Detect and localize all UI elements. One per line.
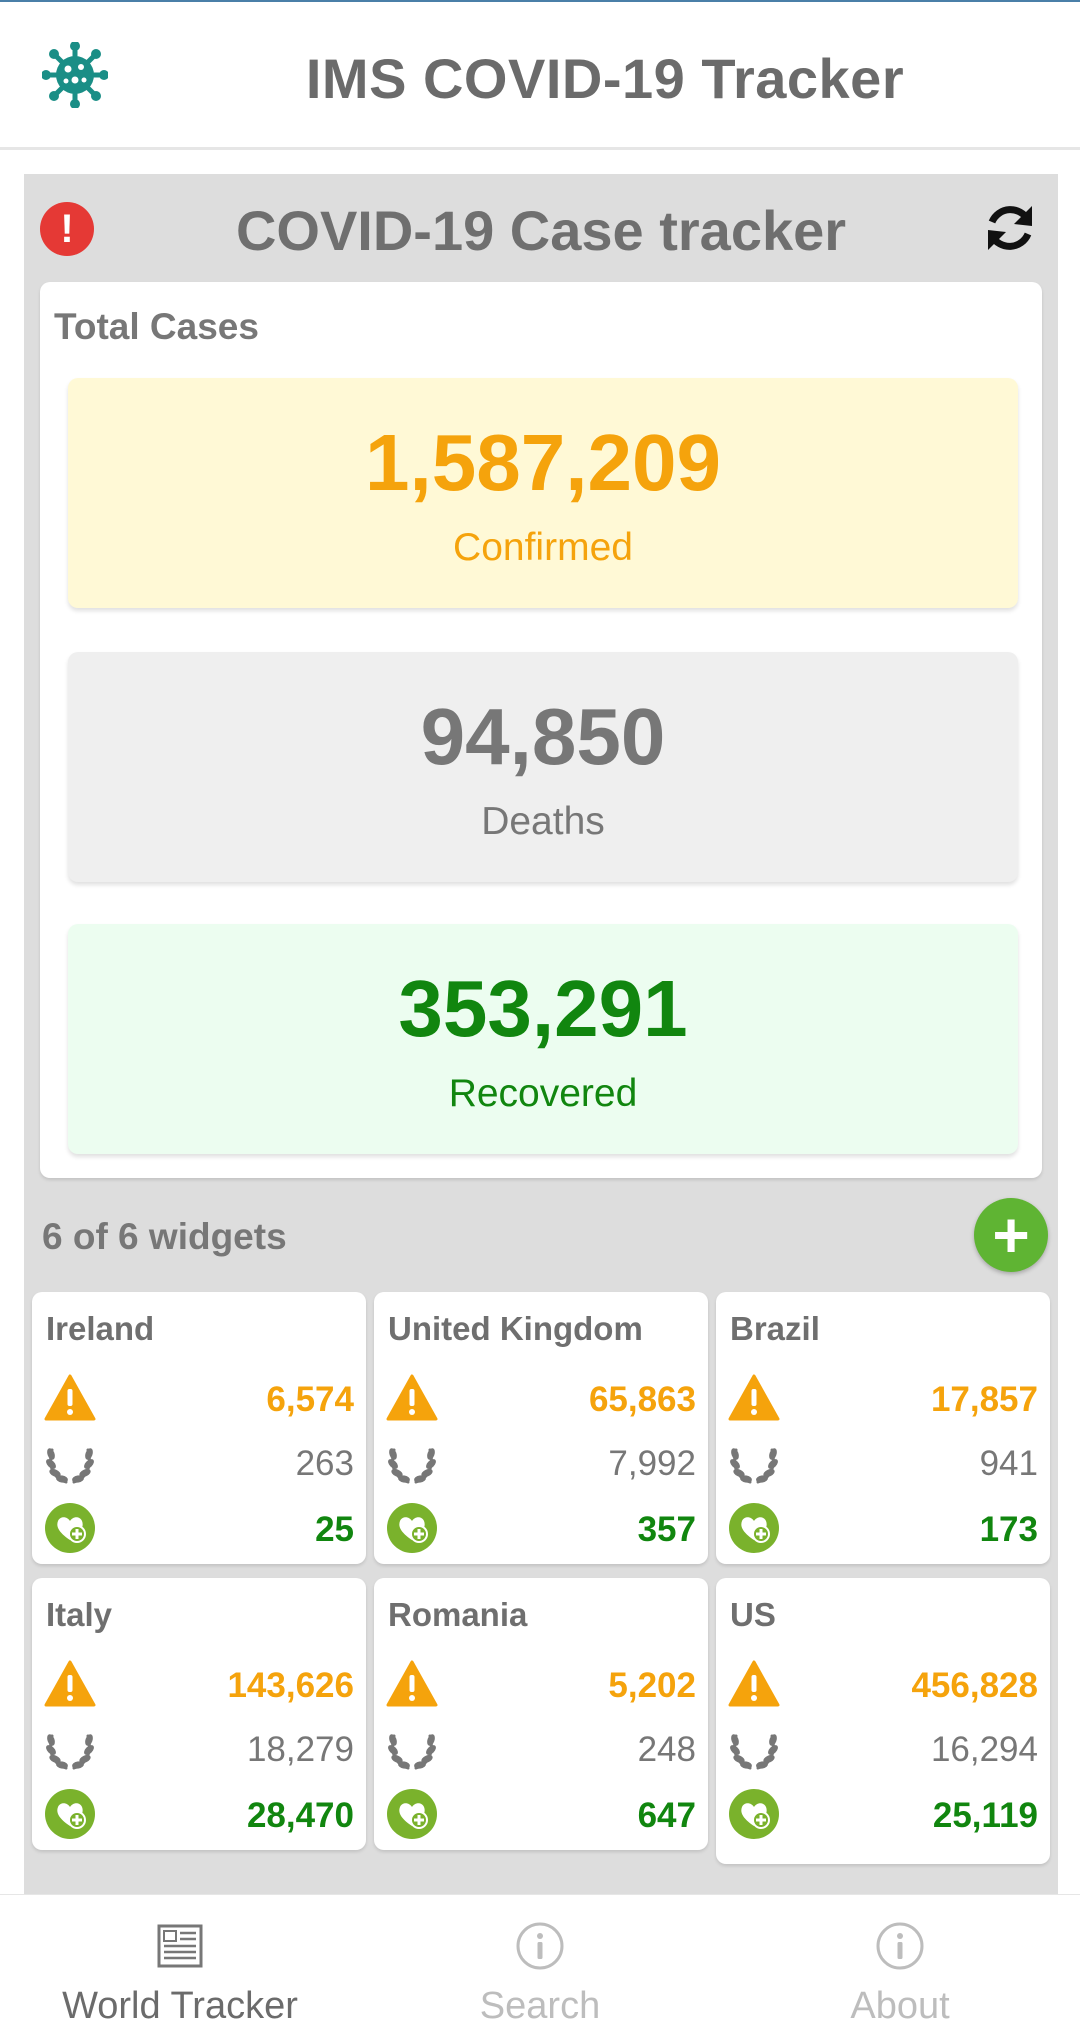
country-widget-ireland[interactable]: Ireland 6,574 263 25 (32, 1292, 366, 1564)
deaths-label: Deaths (481, 800, 605, 843)
deaths-value: 94,850 (420, 692, 666, 781)
widget-recovered-row: 357 (386, 1500, 696, 1556)
widget-deaths-row: 941 (728, 1434, 1038, 1490)
wreath-icon (728, 1722, 780, 1774)
widget-country: Ireland (46, 1310, 155, 1347)
heart-plus-icon (44, 1788, 96, 1840)
bottom-navigation: World Tracker Search About (0, 1894, 1080, 2043)
widget-recovered-value: 173 (979, 1510, 1038, 1549)
widget-deaths-row: 248 (386, 1720, 696, 1776)
wreath-icon (44, 1436, 96, 1488)
confirmed-value: 1,587,209 (365, 418, 721, 507)
widget-confirmed-row: 143,626 (44, 1656, 354, 1712)
nav-about[interactable]: About (720, 1895, 1080, 2043)
widget-country: US (730, 1596, 776, 1633)
app-header: IMS COVID-19 Tracker (0, 0, 1080, 150)
widget-deaths-value: 7,992 (608, 1444, 696, 1483)
warning-icon (728, 1658, 780, 1710)
nav-label: About (850, 1985, 950, 2027)
widget-deaths-row: 18,279 (44, 1720, 354, 1776)
widget-country: Romania (388, 1596, 528, 1633)
widget-confirmed-row: 456,828 (728, 1656, 1038, 1712)
widget-confirmed-value: 5,202 (608, 1666, 696, 1705)
widget-recovered-row: 28,470 (44, 1786, 354, 1842)
main-content[interactable]: ! COVID-19 Case tracker Total Cases 1,58… (24, 174, 1058, 1894)
widget-recovered-value: 25,119 (932, 1796, 1038, 1835)
wreath-icon (386, 1722, 438, 1774)
warning-icon (44, 1658, 96, 1710)
deaths-box: 94,850 Deaths (68, 652, 1018, 882)
warning-icon (728, 1372, 780, 1424)
widget-confirmed-row: 17,857 (728, 1370, 1038, 1426)
info-icon (515, 1921, 565, 1971)
heart-plus-icon (728, 1502, 780, 1554)
widget-deaths-row: 7,992 (386, 1434, 696, 1490)
widget-confirmed-value: 6,574 (266, 1380, 354, 1419)
widget-confirmed-value: 143,626 (227, 1666, 354, 1705)
warning-icon (386, 1372, 438, 1424)
total-cases-card: Total Cases 1,587,209 Confirmed 94,850 D… (40, 282, 1042, 1178)
nav-search[interactable]: Search (360, 1895, 720, 2043)
widget-confirmed-value: 65,863 (588, 1380, 696, 1419)
widget-confirmed-row: 6,574 (44, 1370, 354, 1426)
recovered-label: Recovered (448, 1072, 638, 1115)
warning-icon (44, 1372, 96, 1424)
widget-confirmed-row: 5,202 (386, 1656, 696, 1712)
widget-confirmed-row: 65,863 (386, 1370, 696, 1426)
country-widget-brazil[interactable]: Brazil 17,857 941 173 (716, 1292, 1050, 1564)
country-widget-italy[interactable]: Italy 143,626 18,279 28,470 (32, 1578, 366, 1850)
widget-deaths-value: 263 (295, 1444, 354, 1483)
widget-deaths-row: 16,294 (728, 1720, 1038, 1776)
country-widget-us[interactable]: US 456,828 16,294 25,119 (716, 1578, 1050, 1864)
heart-plus-icon (386, 1502, 438, 1554)
wreath-icon (386, 1436, 438, 1488)
total-cases-label: Total Cases (54, 306, 259, 347)
widget-recovered-value: 25 (315, 1510, 354, 1549)
recovered-value: 353,291 (398, 964, 688, 1053)
widget-confirmed-value: 456,828 (911, 1666, 1038, 1705)
app-title: IMS COVID-19 Tracker (305, 47, 905, 110)
virus-icon (42, 42, 108, 108)
add-widget-button[interactable]: + (974, 1198, 1048, 1272)
tracker-title: COVID-19 Case tracker (235, 199, 847, 262)
widget-deaths-value: 941 (979, 1444, 1038, 1483)
widget-recovered-value: 647 (637, 1796, 696, 1835)
country-widget-united-kingdom[interactable]: United Kingdom 65,863 7,992 357 (374, 1292, 708, 1564)
nav-label: Search (479, 1985, 601, 2027)
widget-country: Brazil (730, 1310, 820, 1347)
widget-recovered-row: 173 (728, 1500, 1038, 1556)
widget-deaths-value: 18,279 (246, 1730, 354, 1769)
wreath-icon (728, 1436, 780, 1488)
widget-deaths-value: 248 (637, 1730, 696, 1769)
heart-plus-icon (728, 1788, 780, 1840)
widget-confirmed-value: 17,857 (930, 1380, 1038, 1419)
widget-recovered-row: 647 (386, 1786, 696, 1842)
info-icon (875, 1921, 925, 1971)
country-widget-romania[interactable]: Romania 5,202 248 647 (374, 1578, 708, 1850)
widget-recovered-value: 28,470 (246, 1796, 354, 1835)
widget-recovered-row: 25 (44, 1500, 354, 1556)
confirmed-box: 1,587,209 Confirmed (68, 378, 1018, 608)
recovered-box: 353,291 Recovered (68, 924, 1018, 1154)
confirmed-label: Confirmed (453, 526, 633, 569)
nav-world-tracker[interactable]: World Tracker (0, 1895, 360, 2043)
tracker-header: ! COVID-19 Case tracker (24, 174, 1058, 280)
widget-country: Italy (46, 1596, 113, 1633)
widget-recovered-row: 25,119 (728, 1786, 1038, 1842)
widgets-count-label: 6 of 6 widgets (42, 1216, 287, 1257)
heart-plus-icon (44, 1502, 96, 1554)
widget-deaths-value: 16,294 (930, 1730, 1038, 1769)
newspaper-icon (155, 1921, 205, 1971)
wreath-icon (44, 1722, 96, 1774)
refresh-icon[interactable] (980, 198, 1040, 258)
alert-icon[interactable]: ! (40, 202, 94, 256)
heart-plus-icon (386, 1788, 438, 1840)
nav-label: World Tracker (62, 1985, 298, 2027)
warning-icon (386, 1658, 438, 1710)
widget-recovered-value: 357 (637, 1510, 696, 1549)
widget-deaths-row: 263 (44, 1434, 354, 1490)
widget-country: United Kingdom (388, 1310, 643, 1347)
